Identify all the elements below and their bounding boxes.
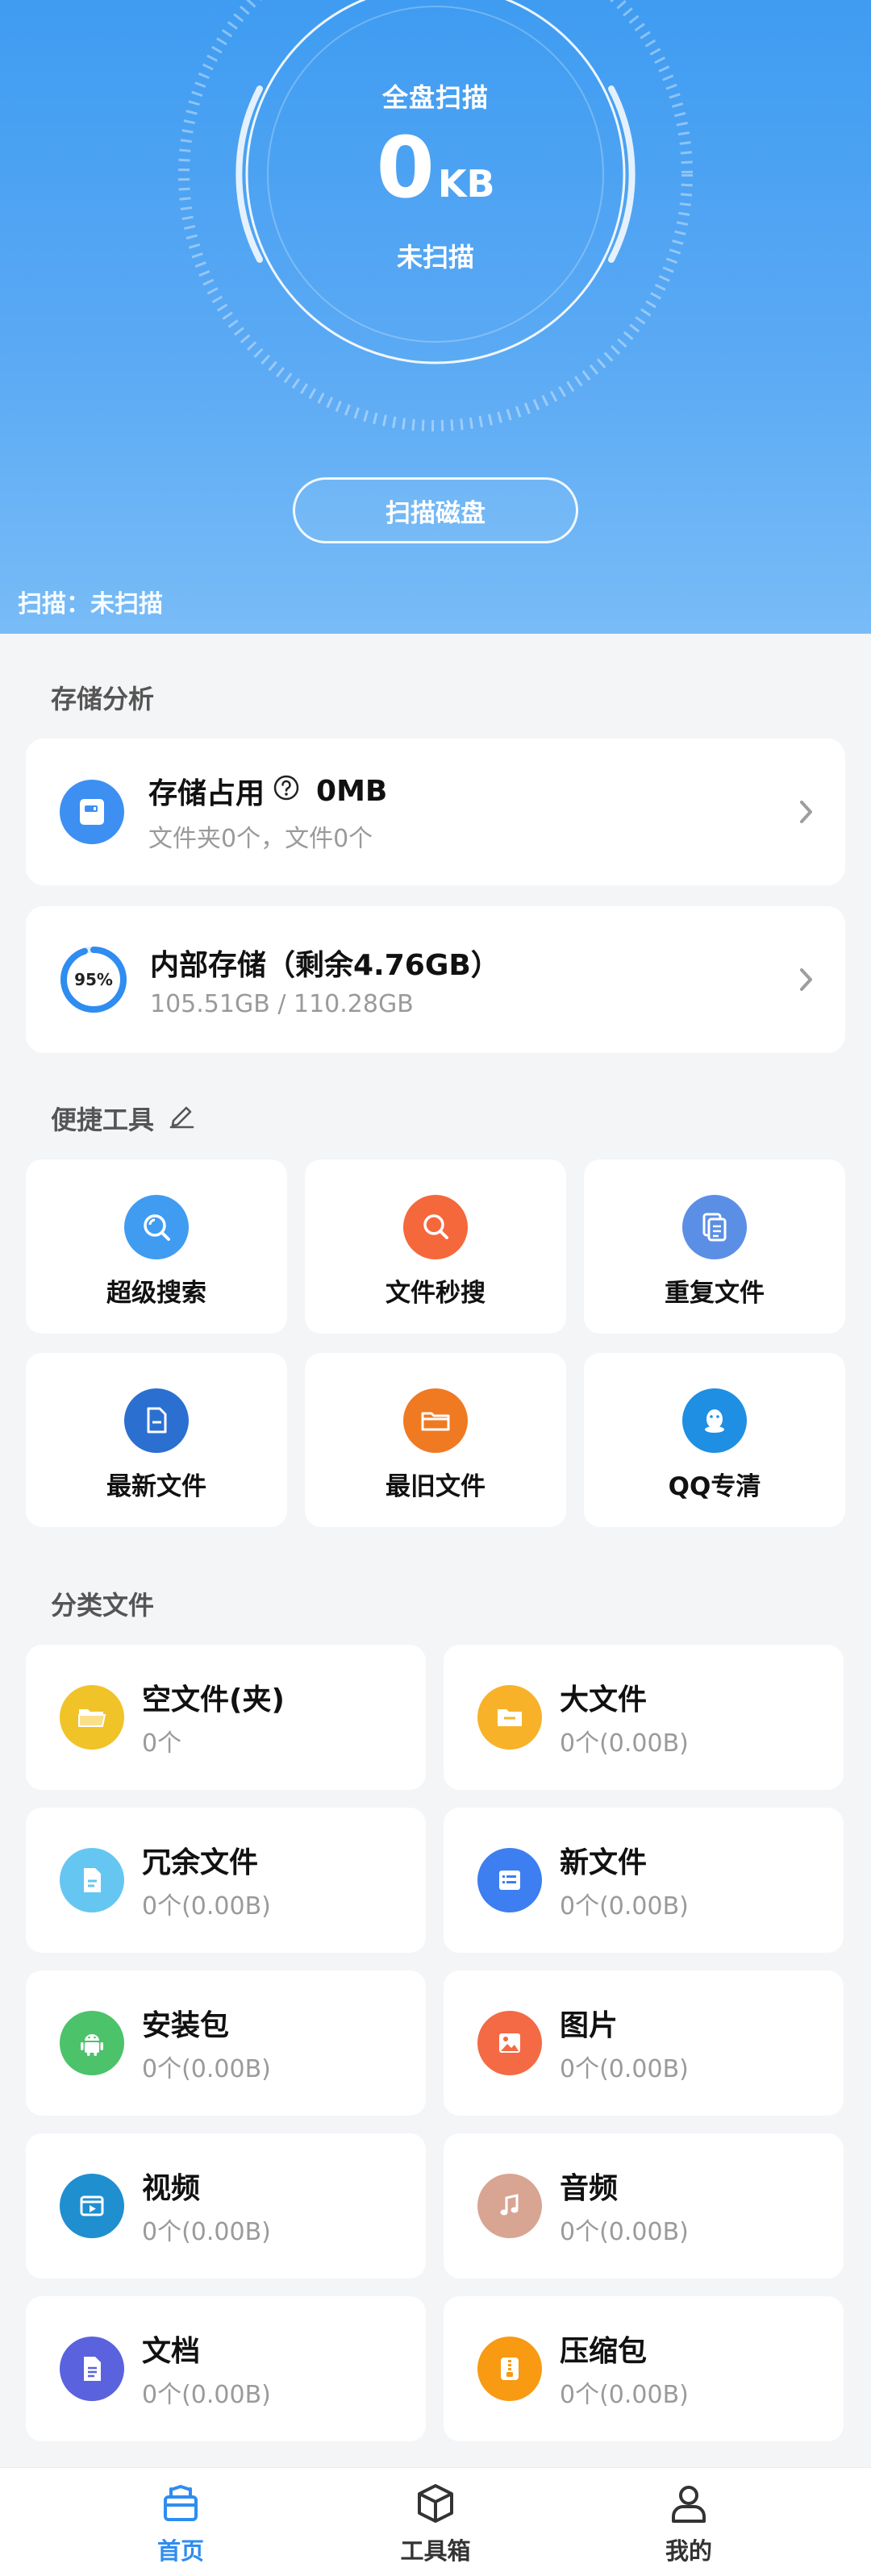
category-stat: 0个(0.00B): [142, 2381, 271, 2409]
gauge-number: 0: [376, 119, 435, 217]
oldest-folder-icon: [403, 1388, 468, 1453]
scan-header: 全盘扫描 0KB 未扫描 扫描磁盘 扫描：未扫描: [0, 0, 871, 634]
scan-gauge: [178, 0, 693, 431]
category-stat: 0个(0.00B): [142, 2055, 271, 2083]
nav-label: 我的: [665, 2537, 712, 2565]
nav-toolbox[interactable]: 工具箱: [355, 2479, 516, 2566]
tool-label: 重复文件: [665, 1279, 765, 1308]
scan-disk-button[interactable]: 扫描磁盘: [293, 477, 578, 543]
video-icon: [60, 2174, 124, 2238]
redundant-file-icon: [60, 1848, 124, 1912]
music-icon: [477, 2174, 542, 2238]
nav-label: 工具箱: [400, 2537, 471, 2565]
category-name: 大文件: [560, 1683, 648, 1717]
internal-storage-card[interactable]: 95% 内部存储（剩余4.76GB） 105.51GB / 110.28GB: [26, 906, 845, 1053]
internal-storage-label: 内部存储（剩余4.76GB）: [150, 948, 500, 982]
storage-percent-ring: 95%: [60, 946, 127, 1013]
gauge-unit: KB: [437, 162, 495, 206]
nav-profile[interactable]: 我的: [608, 2479, 769, 2566]
chevron-right-icon: [800, 968, 812, 991]
gauge-value: 0KB: [0, 126, 871, 210]
image-icon: [477, 2011, 542, 2075]
category-stat: 0个(0.00B): [560, 1892, 689, 1921]
nav-label: 首页: [156, 2537, 204, 2565]
storage-analysis-title: 存储分析: [51, 684, 155, 714]
tool-label: 最旧文件: [385, 1472, 486, 1501]
storage-percent-text: 95%: [74, 970, 113, 989]
category-name: 空文件(夹): [142, 1683, 285, 1717]
category-stat: 0个(0.00B): [142, 1892, 271, 1921]
storage-usage-value: 0MB: [316, 774, 388, 808]
chevron-right-icon: [800, 801, 812, 823]
category-name: 音频: [560, 2172, 619, 2205]
super-search-icon: [124, 1195, 189, 1259]
categories-title: 分类文件: [51, 1590, 155, 1621]
tool-file-search[interactable]: 文件秒搜: [305, 1159, 566, 1334]
category-name: 图片: [560, 2009, 619, 2042]
bottom-navigation: 首页 工具箱 我的: [0, 2467, 871, 2576]
tool-oldest-file[interactable]: 最旧文件: [305, 1353, 566, 1527]
category-name: 安装包: [142, 2009, 230, 2042]
category-stat: 0个(0.00B): [560, 2218, 689, 2246]
tool-duplicate-file[interactable]: 重复文件: [584, 1159, 845, 1334]
edit-icon[interactable]: [167, 1101, 196, 1136]
help-icon[interactable]: [273, 774, 300, 809]
section-title-categories: 分类文件: [51, 1585, 154, 1622]
category-big-file[interactable]: 大文件 0个(0.00B): [444, 1645, 844, 1790]
category-audio[interactable]: 音频 0个(0.00B): [444, 2133, 844, 2278]
qq-icon: [682, 1388, 747, 1453]
category-stat: 0个(0.00B): [560, 2055, 689, 2083]
tool-label: QQ专清: [668, 1472, 761, 1501]
disk-icon: [60, 780, 124, 844]
tool-label: 最新文件: [106, 1472, 206, 1501]
duplicate-file-icon: [682, 1195, 747, 1259]
quick-tools-title: 便捷工具: [51, 1105, 155, 1135]
category-new-file[interactable]: 新文件 0个(0.00B): [444, 1808, 844, 1953]
nav-home[interactable]: 首页: [100, 2479, 261, 2566]
zip-icon: [477, 2337, 542, 2401]
category-name: 冗余文件: [142, 1846, 259, 1879]
section-title-tools: 便捷工具: [51, 1100, 196, 1137]
gauge-status: 未扫描: [396, 242, 474, 273]
tool-super-search[interactable]: 超级搜索: [26, 1159, 287, 1334]
storage-usage-label: 存储占用: [148, 777, 265, 810]
section-title-storage: 存储分析: [51, 679, 154, 716]
category-document[interactable]: 文档 0个(0.00B): [26, 2296, 426, 2441]
android-icon: [60, 2011, 124, 2075]
big-file-icon: [477, 1685, 542, 1750]
storage-usage-card[interactable]: 存储占用 0MB 文件夹0个，文件0个: [26, 739, 845, 885]
home-icon: [164, 2485, 198, 2521]
category-stat: 0个(0.00B): [142, 2218, 271, 2246]
profile-icon: [672, 2486, 706, 2523]
tool-label: 文件秒搜: [385, 1279, 486, 1308]
internal-storage-detail: 105.51GB / 110.28GB: [150, 989, 414, 1018]
tool-label: 超级搜索: [106, 1279, 206, 1308]
category-image[interactable]: 图片 0个(0.00B): [444, 1970, 844, 2116]
toolbox-icon: [418, 2484, 453, 2523]
category-stat: 0个(0.00B): [560, 2381, 689, 2409]
category-zip[interactable]: 压缩包 0个(0.00B): [444, 2296, 844, 2441]
category-name: 压缩包: [560, 2335, 648, 2368]
file-search-icon: [403, 1195, 468, 1259]
category-stat: 0个(0.00B): [560, 1729, 689, 1758]
category-apk[interactable]: 安装包 0个(0.00B): [26, 1970, 426, 2116]
scan-state-text: 扫描：未扫描: [18, 590, 163, 618]
document-icon: [60, 2337, 124, 2401]
category-name: 文档: [142, 2335, 201, 2368]
tool-newest-file[interactable]: 最新文件: [26, 1353, 287, 1527]
empty-folder-icon: [60, 1685, 124, 1750]
category-video[interactable]: 视频 0个(0.00B): [26, 2133, 426, 2278]
gauge-title: 全盘扫描: [381, 82, 489, 113]
category-redundant-file[interactable]: 冗余文件 0个(0.00B): [26, 1808, 426, 1953]
tool-qq-clean[interactable]: QQ专清: [584, 1353, 845, 1527]
category-name: 新文件: [560, 1846, 648, 1879]
category-empty-folder[interactable]: 空文件(夹) 0个: [26, 1645, 426, 1790]
new-file-icon: [477, 1848, 542, 1912]
newest-file-icon: [124, 1388, 189, 1453]
storage-usage-detail: 文件夹0个，文件0个: [148, 825, 373, 853]
category-stat: 0个: [142, 1729, 182, 1758]
category-name: 视频: [142, 2172, 201, 2205]
